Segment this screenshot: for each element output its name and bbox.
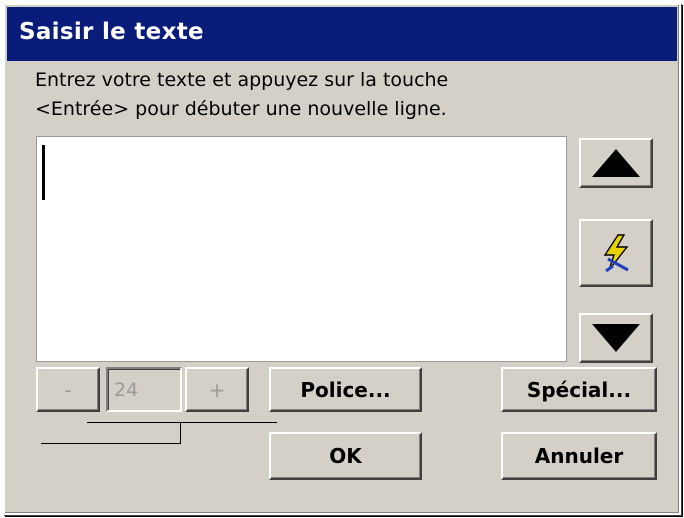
bracket-line-top	[87, 422, 277, 423]
down-triangle-icon	[592, 324, 640, 352]
cancel-button[interactable]: Annuler	[501, 432, 657, 480]
text-caret	[42, 145, 45, 200]
instruction-line-1: Entrez votre texte et appuyez sur la tou…	[35, 69, 449, 91]
text-entry-dialog: Saisir le texte Entrez votre texte et ap…	[3, 3, 681, 515]
title-bar: Saisir le texte	[7, 7, 677, 61]
scroll-down-button[interactable]	[579, 313, 653, 363]
instruction-line-2: <Entrée> pour débuter une nouvelle ligne…	[35, 98, 447, 120]
special-button[interactable]: Spécial...	[501, 367, 657, 412]
font-size-decrease-button[interactable]: -	[36, 367, 100, 412]
scroll-up-button[interactable]	[579, 138, 653, 188]
text-input-area[interactable]	[36, 136, 567, 362]
font-size-increase-button[interactable]: +	[185, 367, 249, 412]
bracket-line-bottom	[41, 443, 181, 444]
bracket-line-vertical	[180, 422, 181, 444]
lightning-icon	[603, 234, 629, 273]
font-button[interactable]: Police...	[269, 367, 422, 412]
up-triangle-icon	[592, 149, 640, 177]
font-size-field[interactable]: 24	[106, 367, 182, 412]
dialog-title: Saisir le texte	[19, 19, 204, 45]
ok-button[interactable]: OK	[269, 432, 422, 480]
special-action-button[interactable]	[579, 219, 653, 287]
